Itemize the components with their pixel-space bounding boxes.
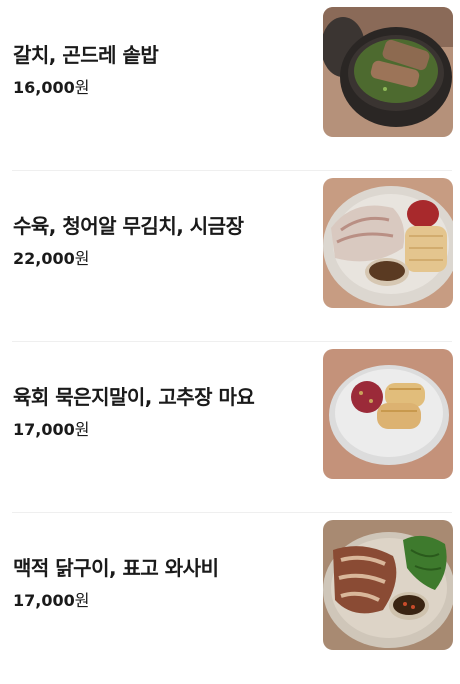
price-currency: 원 [74, 249, 90, 268]
price-value: 17,000 [13, 420, 75, 439]
menu-item-price: 17,000원 [13, 419, 89, 441]
price-currency: 원 [74, 78, 90, 97]
price-value: 22,000 [13, 249, 75, 268]
suyuk-plate-photo[interactable] [323, 178, 453, 308]
menu-item-price: 16,000원 [13, 77, 89, 99]
price-value: 17,000 [13, 591, 75, 610]
price-currency: 원 [74, 591, 90, 610]
menu-item[interactable]: 육회 묵은지말이, 고추장 마요 17,000원 [0, 342, 460, 513]
price-currency: 원 [74, 420, 90, 439]
menu-item[interactable]: 수육, 청어알 무김치, 시금장 22,000원 [0, 171, 460, 342]
yukhoe-mukeunji-roll-photo[interactable] [323, 349, 453, 479]
menu-photo-4 [323, 520, 453, 650]
maekjeok-chicken-photo[interactable] [323, 520, 453, 650]
menu-photo-2 [323, 178, 453, 308]
menu-item[interactable]: 갈치, 곤드레 솥밥 16,000원 [0, 0, 460, 171]
price-value: 16,000 [13, 78, 75, 97]
menu-item-name: 갈치, 곤드레 솥밥 [13, 43, 159, 67]
menu-photo-1 [323, 7, 453, 137]
menu-photo-3 [323, 349, 453, 479]
menu-item-price: 22,000원 [13, 248, 89, 270]
galchi-gondre-sotbap-photo[interactable] [323, 7, 453, 137]
menu-item-price: 17,000원 [13, 590, 89, 612]
menu-item[interactable]: 맥적 닭구이, 표고 와사비 17,000원 [0, 513, 460, 684]
menu-item-name: 맥적 닭구이, 표고 와사비 [13, 556, 219, 580]
menu-item-name: 육회 묵은지말이, 고추장 마요 [13, 385, 255, 409]
menu-item-name: 수육, 청어알 무김치, 시금장 [13, 214, 244, 238]
menu-list: 갈치, 곤드레 솥밥 16,000원 수육, 청어알 무김치, 시금장 22,0… [0, 0, 460, 684]
